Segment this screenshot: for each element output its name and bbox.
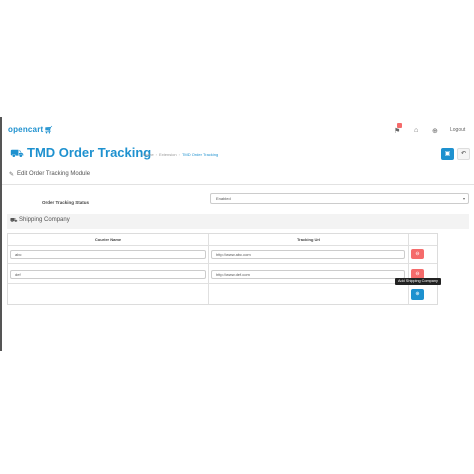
admin-screen: opencart🛒︎ ⚑ ⌂ ⊕ Logout ⛟ TMD Order Trac…	[0, 117, 474, 351]
tracking-url-input[interactable]: http://www.abc.com	[211, 250, 405, 259]
section-title: Shipping Company	[19, 217, 70, 223]
back-button[interactable]: ↶	[457, 148, 470, 160]
row-divider	[8, 263, 437, 264]
bell-icon[interactable]: ⚑	[394, 127, 400, 135]
cart-icon: 🛒︎	[44, 127, 54, 134]
status-value: Enabled	[216, 196, 231, 201]
plus-circle-icon: ⊕	[415, 291, 420, 297]
save-icon: ▣	[444, 151, 451, 157]
car-icon: ⛟	[10, 218, 18, 224]
help-icon[interactable]: ⊕	[432, 127, 438, 135]
logo[interactable]: opencart🛒︎	[8, 125, 53, 134]
shipping-section-header: ⛟ Shipping Company	[7, 214, 469, 229]
breadcrumb-current[interactable]: TMD Order Tracking	[182, 152, 218, 157]
tracking-url-input[interactable]: http://www.def.com	[211, 270, 405, 279]
courier-name-input[interactable]: def	[10, 270, 206, 279]
chevron-down-icon: ▾	[462, 196, 465, 201]
courier-name-input[interactable]: abc	[10, 250, 206, 259]
save-button[interactable]: ▣	[441, 148, 454, 160]
add-shipping-company-button[interactable]: ⊕	[411, 289, 424, 300]
truck-icon: ⛟	[10, 148, 24, 160]
home-icon[interactable]: ⌂	[414, 127, 418, 134]
minus-circle-icon: ⊖	[415, 251, 420, 257]
pencil-icon: ✎	[9, 172, 15, 178]
column-header-url: Tracking Url	[296, 237, 321, 242]
top-navbar: opencart🛒︎ ⚑ ⌂ ⊕ Logout	[2, 117, 474, 145]
row-divider	[8, 283, 437, 284]
status-select[interactable]: Enabled ▾	[210, 193, 469, 204]
column-header-courier: Courier Name	[94, 237, 122, 242]
breadcrumb-home[interactable]: Home	[143, 152, 154, 157]
back-icon: ↶	[460, 151, 467, 157]
panel-heading: ✎ Edit Order Tracking Module	[2, 168, 474, 182]
status-label: Order Tracking Status	[42, 200, 90, 205]
add-tooltip: Add Shipping Company	[395, 278, 441, 285]
row-divider	[8, 245, 437, 246]
logo-text: opencart	[8, 125, 44, 134]
minus-circle-icon: ⊖	[415, 271, 420, 277]
logout-link[interactable]: Logout	[450, 127, 465, 133]
remove-row-button[interactable]: ⊖	[411, 249, 424, 259]
breadcrumb: Home › Extension › TMD Order Tracking	[143, 152, 219, 157]
panel-title: Edit Order Tracking Module	[17, 171, 91, 177]
breadcrumb-extension[interactable]: Extension	[159, 152, 177, 157]
page-title: TMD Order Tracking	[27, 145, 152, 160]
